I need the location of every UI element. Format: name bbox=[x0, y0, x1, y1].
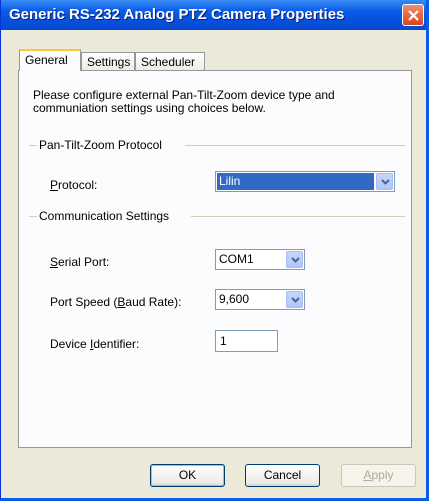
ok-button[interactable]: OK bbox=[150, 464, 225, 487]
title-bar[interactable]: Generic RS-232 Analog PTZ Camera Propert… bbox=[1, 0, 426, 30]
window-title: Generic RS-232 Analog PTZ Camera Propert… bbox=[9, 6, 345, 23]
general-tab-panel: Please configure external Pan-Tilt-Zoom … bbox=[18, 70, 412, 448]
protocol-dropdown-button[interactable] bbox=[376, 173, 393, 190]
comm-group-dash bbox=[29, 216, 37, 217]
properties-dialog: Generic RS-232 Analog PTZ Camera Propert… bbox=[0, 0, 429, 501]
port-speed-label: Port Speed (Baud Rate): bbox=[50, 295, 182, 309]
chevron-down-icon bbox=[291, 257, 300, 263]
port-speed-dropdown-button[interactable] bbox=[286, 291, 303, 308]
serial-port-label: Serial Port: bbox=[50, 255, 110, 269]
tab-settings-label: Settings bbox=[87, 55, 131, 69]
ptz-group-dash bbox=[29, 145, 37, 146]
tab-scheduler-label: Scheduler bbox=[141, 55, 196, 69]
chevron-down-icon bbox=[381, 179, 390, 185]
tab-general-label: General bbox=[25, 53, 68, 67]
close-icon bbox=[408, 10, 419, 21]
comm-group-label: Communication Settings bbox=[39, 209, 170, 223]
serial-port-value: COM1 bbox=[219, 252, 254, 266]
comm-group-divider bbox=[191, 216, 405, 217]
protocol-label: Protocol: bbox=[50, 178, 98, 192]
chevron-down-icon bbox=[291, 297, 300, 303]
port-speed-value: 9,600 bbox=[219, 292, 250, 306]
port-speed-select[interactable]: 9,600 bbox=[215, 289, 305, 310]
device-id-label: Device Identifier: bbox=[50, 337, 140, 351]
close-button[interactable] bbox=[402, 4, 424, 26]
tab-settings[interactable]: Settings bbox=[81, 52, 135, 71]
intro-text: Please configure external Pan-Tilt-Zoom … bbox=[33, 88, 335, 115]
cancel-button[interactable]: Cancel bbox=[245, 464, 320, 487]
device-id-input[interactable]: 1 bbox=[215, 330, 278, 352]
serial-port-select[interactable]: COM1 bbox=[215, 249, 305, 270]
ptz-group-divider bbox=[185, 145, 405, 146]
ptz-group-label: Pan-Tilt-Zoom Protocol bbox=[39, 138, 162, 152]
protocol-select[interactable]: Lilin bbox=[215, 171, 395, 192]
device-id-value: 1 bbox=[220, 334, 227, 348]
apply-button[interactable]: Apply bbox=[341, 464, 416, 487]
tab-scheduler[interactable]: Scheduler bbox=[135, 52, 205, 71]
serial-port-dropdown-button[interactable] bbox=[286, 251, 303, 268]
tab-general[interactable]: General bbox=[19, 49, 81, 71]
protocol-value: Lilin bbox=[217, 173, 374, 190]
